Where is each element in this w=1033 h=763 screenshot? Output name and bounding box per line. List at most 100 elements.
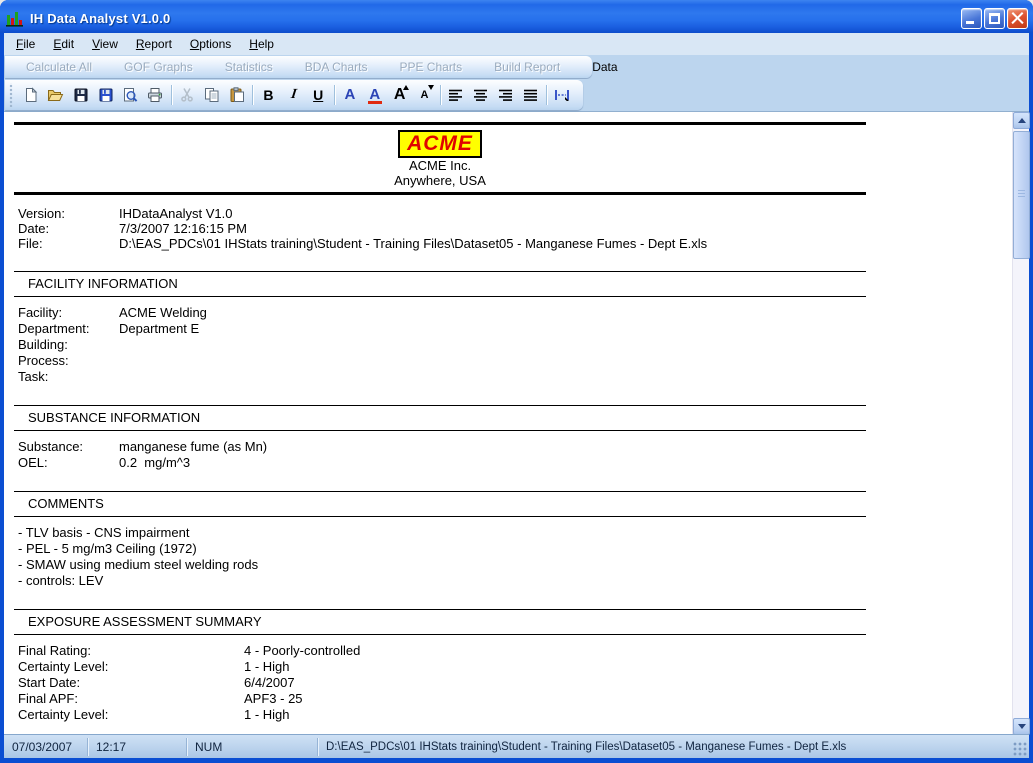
minimize-icon bbox=[966, 21, 974, 24]
field-row: Certainty Level: 1 - High bbox=[4, 659, 1012, 675]
field-value: 4 - Poorly-controlled bbox=[244, 643, 360, 659]
window-title: IH Data Analyst V1.0.0 bbox=[30, 11, 961, 26]
report-meta: Version: IHDataAnalyst V1.0 Date: 7/3/20… bbox=[4, 206, 1012, 251]
divider bbox=[14, 430, 866, 431]
field-label: Facility: bbox=[18, 305, 119, 321]
calculate-all-button[interactable]: Calculate All bbox=[13, 57, 105, 77]
field-value: 1 - High bbox=[244, 707, 290, 723]
field-row: Final Rating: 4 - Poorly-controlled bbox=[4, 643, 1012, 659]
new-document-icon bbox=[23, 87, 39, 103]
align-center-icon bbox=[474, 89, 488, 102]
company-location: Anywhere, USA bbox=[14, 173, 866, 188]
scroll-down-button[interactable] bbox=[1013, 718, 1030, 735]
ppe-charts-button[interactable]: PPE Charts bbox=[386, 57, 475, 77]
menu-report[interactable]: Report bbox=[127, 35, 181, 54]
page-width-icon bbox=[554, 87, 571, 103]
acme-logo: ACME bbox=[398, 130, 482, 158]
menu-bar: File Edit View Report Options Help bbox=[4, 33, 1029, 55]
comment-line: - TLV basis - CNS impairment bbox=[4, 525, 1012, 541]
field-label: Process: bbox=[18, 353, 119, 369]
data-button[interactable]: Data bbox=[579, 57, 630, 77]
arrow-down-icon bbox=[428, 85, 434, 90]
company-name: ACME Inc. bbox=[14, 158, 866, 173]
copy-icon bbox=[204, 87, 220, 103]
align-justify-button[interactable] bbox=[519, 83, 542, 107]
bar-chart-app-icon bbox=[6, 9, 25, 27]
field-value: 1 - High bbox=[244, 659, 290, 675]
scrollbar-thumb[interactable] bbox=[1013, 131, 1030, 259]
maximize-button[interactable] bbox=[984, 8, 1005, 29]
new-document-button[interactable] bbox=[20, 83, 43, 107]
menu-options[interactable]: Options bbox=[181, 35, 240, 54]
print-preview-button[interactable] bbox=[119, 83, 142, 107]
italic-button[interactable]: I bbox=[282, 83, 305, 107]
toolbar-grip[interactable] bbox=[8, 83, 17, 107]
minimize-button[interactable] bbox=[961, 8, 982, 29]
floppy-disk-icon bbox=[73, 87, 89, 103]
scroll-up-button[interactable] bbox=[1013, 112, 1030, 129]
section-title: FACILITY INFORMATION bbox=[4, 272, 1012, 296]
menu-help[interactable]: Help bbox=[240, 35, 283, 54]
vertical-scrollbar[interactable] bbox=[1012, 112, 1029, 735]
font-button[interactable]: A bbox=[339, 83, 362, 107]
save-as-button[interactable] bbox=[94, 83, 117, 107]
field-row: Department: Department E bbox=[4, 321, 1012, 337]
resize-grip[interactable] bbox=[1013, 742, 1027, 756]
font-icon: A bbox=[345, 87, 356, 103]
field-row: OEL: 0.2 mg/m^3 bbox=[4, 455, 1012, 471]
align-center-button[interactable] bbox=[470, 83, 493, 107]
field-value: APF3 - 25 bbox=[244, 691, 303, 707]
field-label: Certainty Level: bbox=[18, 659, 244, 675]
cut-button[interactable] bbox=[176, 83, 199, 107]
section-title: SUBSTANCE INFORMATION bbox=[4, 406, 1012, 430]
underline-icon: U bbox=[313, 87, 323, 103]
print-button[interactable] bbox=[144, 83, 167, 107]
menu-file[interactable]: File bbox=[7, 35, 44, 54]
font-color-button[interactable]: A bbox=[363, 83, 386, 107]
report-header: ACME ACME Inc. Anywhere, USA bbox=[14, 125, 866, 192]
meta-value: IHDataAnalyst V1.0 bbox=[119, 206, 232, 221]
align-left-button[interactable] bbox=[445, 83, 468, 107]
field-label: Certainty Level: bbox=[18, 707, 244, 723]
toolbar-separator bbox=[546, 85, 547, 105]
field-label: OEL: bbox=[18, 455, 119, 471]
menu-edit[interactable]: Edit bbox=[44, 35, 83, 54]
status-num-lock: NUM bbox=[187, 738, 318, 756]
statistics-button[interactable]: Statistics bbox=[212, 57, 286, 77]
document-area: ACME ACME Inc. Anywhere, USA Version: IH… bbox=[4, 111, 1029, 734]
field-row: Certainty Level: 1 - High bbox=[4, 707, 1012, 723]
paste-button[interactable] bbox=[225, 83, 248, 107]
divider bbox=[14, 192, 866, 195]
bda-charts-button[interactable]: BDA Charts bbox=[292, 57, 381, 77]
field-row: Start Date: 6/4/2007 bbox=[4, 675, 1012, 691]
field-label: Building: bbox=[18, 337, 119, 353]
close-button[interactable] bbox=[1007, 8, 1028, 29]
field-row: Process: bbox=[4, 353, 1012, 369]
bold-icon: B bbox=[263, 87, 273, 103]
align-right-button[interactable] bbox=[495, 83, 518, 107]
menu-view[interactable]: View bbox=[83, 35, 127, 54]
italic-icon: I bbox=[289, 87, 297, 103]
arrow-down-icon bbox=[1018, 724, 1026, 729]
bold-button[interactable]: B bbox=[257, 83, 280, 107]
field-label: Final APF: bbox=[18, 691, 244, 707]
gof-graphs-button[interactable]: GOF Graphs bbox=[111, 57, 206, 77]
report-document: ACME ACME Inc. Anywhere, USA Version: IH… bbox=[4, 112, 1012, 735]
build-report-button[interactable]: Build Report bbox=[481, 57, 573, 77]
underline-button[interactable]: U bbox=[307, 83, 330, 107]
field-label: Task: bbox=[18, 369, 119, 385]
section-title: EXPOSURE ASSESSMENT SUMMARY bbox=[4, 610, 1012, 634]
decrease-font-button[interactable]: A bbox=[413, 83, 436, 107]
increase-font-button[interactable]: A bbox=[388, 83, 411, 107]
field-label: Start Date: bbox=[18, 675, 244, 691]
field-value: Department E bbox=[119, 321, 199, 337]
field-value: 6/4/2007 bbox=[244, 675, 295, 691]
open-button[interactable] bbox=[44, 83, 67, 107]
copy-button[interactable] bbox=[200, 83, 223, 107]
page-width-button[interactable] bbox=[551, 83, 574, 107]
align-left-icon bbox=[449, 89, 463, 102]
floppy-disk-blue-icon bbox=[98, 87, 114, 103]
close-icon bbox=[1008, 9, 1027, 28]
save-button[interactable] bbox=[69, 83, 92, 107]
field-label: Department: bbox=[18, 321, 119, 337]
